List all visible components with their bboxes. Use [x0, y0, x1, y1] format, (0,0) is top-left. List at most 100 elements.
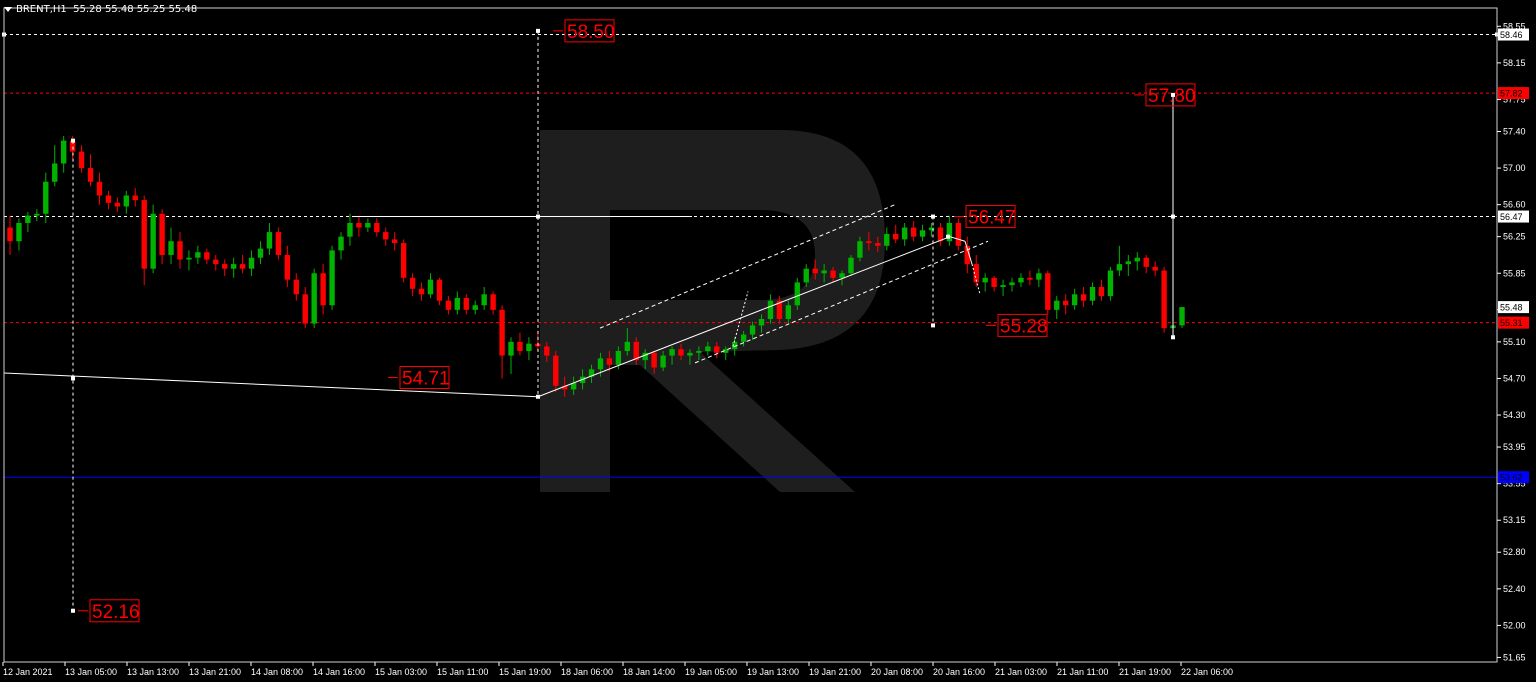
candle-body — [409, 277, 416, 289]
y-tick-label: 52.40 — [1503, 584, 1526, 594]
candle — [374, 218, 380, 237]
price-label-55-28: 55.28 — [986, 313, 1048, 337]
candle — [365, 218, 371, 233]
candle — [1063, 294, 1069, 315]
candle-body — [1080, 294, 1087, 301]
x-tick-label: 13 Jan 13:00 — [127, 667, 179, 677]
y-tick-label: 54.70 — [1503, 373, 1526, 383]
candle-body — [1125, 261, 1132, 265]
candle-body — [418, 288, 425, 295]
candle — [517, 332, 523, 356]
candle-body — [392, 239, 398, 244]
candle-body — [785, 305, 792, 319]
x-tick-label: 13 Jan 21:00 — [189, 667, 241, 677]
y-tick-label: 57.00 — [1503, 163, 1526, 173]
anchor-dot-4 — [71, 608, 75, 613]
candle-body — [1071, 294, 1078, 306]
candle — [1116, 245, 1123, 277]
candle — [383, 227, 389, 246]
candle-body — [678, 349, 684, 356]
candle — [436, 277, 443, 306]
candle-body — [445, 300, 452, 310]
anchor-dot-6 — [931, 323, 935, 328]
y-tick-label: 51.65 — [1503, 652, 1526, 662]
candle-body — [517, 341, 523, 352]
price-chart[interactable]: 58.5057.8056.4755.2854.7152.16 58.5558.1… — [0, 0, 1536, 682]
price-label-58-50: 58.50 — [553, 19, 615, 43]
anchor-dot-7 — [946, 234, 950, 239]
x-tick-label: 13 Jan 05:00 — [65, 667, 117, 677]
dropdown-triangle-icon[interactable] — [4, 6, 12, 12]
candle-body — [159, 213, 165, 255]
candle — [499, 305, 505, 379]
candle — [1018, 273, 1024, 287]
candle-body — [919, 230, 926, 237]
y-tick-label: 58.15 — [1503, 58, 1526, 68]
candle — [919, 224, 926, 242]
candle — [1143, 254, 1149, 274]
candle-body — [25, 215, 31, 223]
candle-body — [195, 252, 201, 258]
candle — [955, 218, 962, 251]
candle — [884, 227, 890, 251]
candle-body — [311, 273, 317, 324]
candle-body — [660, 355, 666, 368]
y-tick-label: 54.30 — [1503, 410, 1526, 420]
candle-body — [1027, 277, 1033, 280]
anchor-dot-9 — [1171, 214, 1175, 219]
candle-body — [454, 297, 461, 310]
candle — [526, 337, 532, 361]
x-tick-label: 20 Jan 16:00 — [933, 667, 985, 677]
candle — [222, 259, 228, 277]
anchor-dot-10 — [1171, 335, 1175, 340]
candle — [982, 273, 988, 292]
candle — [910, 221, 917, 242]
candle-body — [400, 243, 407, 278]
candle — [329, 245, 335, 310]
candle-body — [213, 259, 219, 265]
candle — [230, 257, 237, 278]
candle-body — [1116, 264, 1123, 271]
x-tick-label: 21 Jan 11:00 — [1057, 667, 1108, 677]
candle — [1000, 279, 1006, 297]
candle-body — [1134, 257, 1140, 262]
candle — [52, 145, 58, 187]
candle-body — [248, 257, 255, 269]
candle-body — [87, 168, 94, 182]
candle — [472, 300, 478, 315]
candle — [508, 337, 514, 374]
candle — [1152, 261, 1158, 277]
x-tick-label: 22 Jan 06:00 — [1181, 667, 1233, 677]
trend-line-left — [3, 372, 539, 398]
price-label-text: 52.16 — [92, 602, 140, 623]
x-tick-label: 19 Jan 05:00 — [685, 667, 737, 677]
axis-badge: 55.31 — [1498, 316, 1529, 329]
candle — [991, 276, 997, 292]
candle — [132, 188, 138, 207]
candle — [409, 273, 416, 297]
candle-body — [758, 318, 765, 326]
axis-badge: 53.62 — [1498, 471, 1529, 484]
candle — [150, 204, 156, 274]
candle — [535, 332, 541, 352]
anchor-dot-5 — [931, 214, 935, 219]
candle — [490, 291, 496, 315]
candle — [427, 273, 434, 298]
candle-body — [436, 279, 443, 301]
candle-body — [1179, 307, 1185, 326]
candle-body — [687, 352, 693, 356]
candle — [356, 215, 362, 237]
candle-body — [1063, 300, 1069, 306]
x-tick-label: 15 Jan 11:00 — [437, 667, 488, 677]
candle-body — [714, 346, 720, 353]
candle — [34, 209, 40, 222]
candle-body — [257, 248, 264, 258]
axis-badge-text: 56.47 — [1500, 212, 1523, 222]
candle-body — [794, 282, 800, 306]
candle — [946, 215, 953, 246]
candle — [1089, 282, 1096, 306]
candle-body — [78, 151, 85, 169]
candle — [392, 232, 398, 251]
anchor-dot-0 — [536, 394, 540, 399]
y-tick-label: 57.40 — [1503, 126, 1526, 136]
